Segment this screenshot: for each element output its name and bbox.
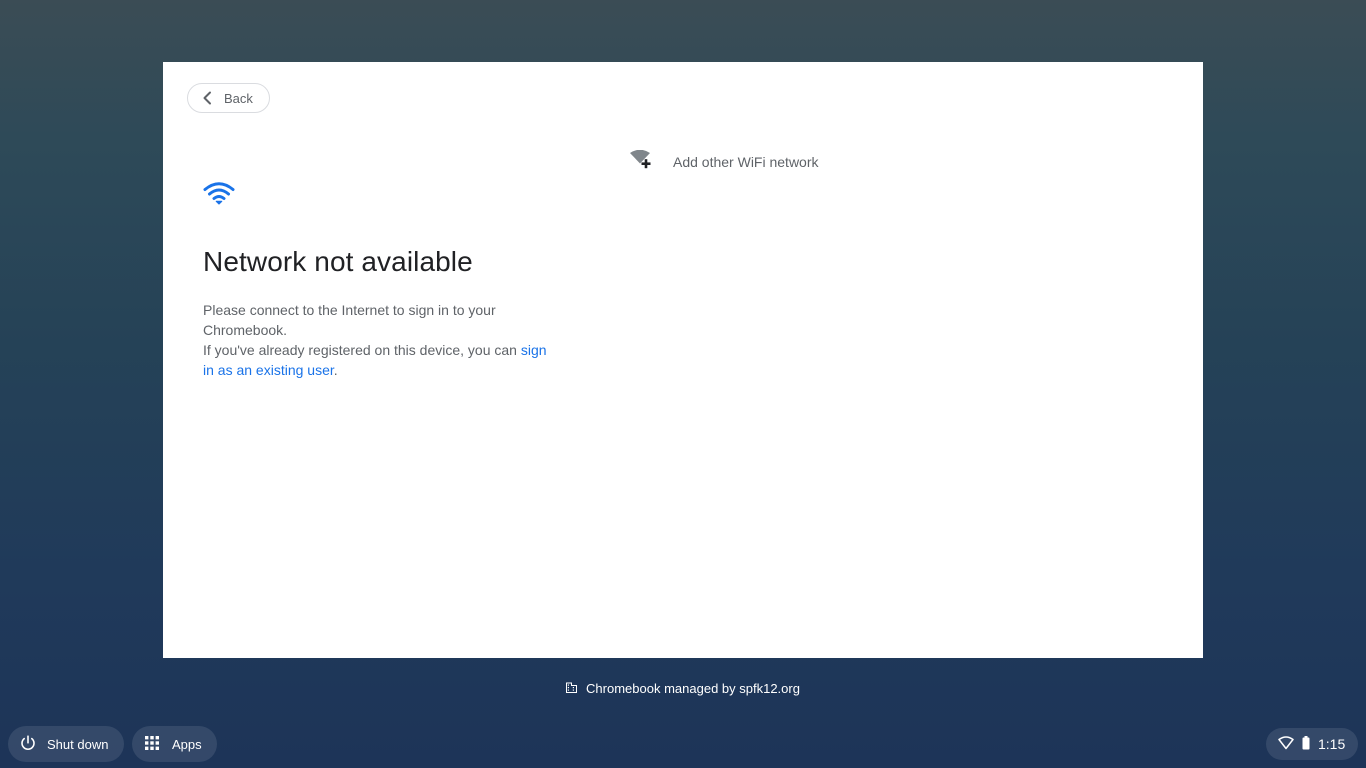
- building-icon: [566, 681, 578, 696]
- managed-notice: Chromebook managed by spfk12.org: [0, 681, 1366, 696]
- wifi-add-icon: [629, 149, 655, 175]
- add-wifi-network-label: Add other WiFi network: [673, 154, 819, 170]
- description-line-2-end: .: [333, 362, 338, 378]
- add-wifi-network-button[interactable]: Add other WiFi network: [629, 149, 819, 175]
- status-tray[interactable]: 1:15: [1266, 728, 1358, 760]
- clock-time: 1:15: [1318, 736, 1346, 752]
- description-line-2-text: If you've already registered on this dev…: [203, 342, 521, 358]
- managed-text: Chromebook managed by spfk12.org: [586, 681, 800, 696]
- shutdown-label: Shut down: [47, 736, 109, 752]
- chevron-left-icon: [202, 91, 212, 105]
- wifi-icon: [203, 180, 235, 206]
- apps-label: Apps: [172, 736, 202, 752]
- oobe-dialog: Back Network not available Please connec…: [163, 62, 1203, 658]
- apps-button[interactable]: Apps: [132, 726, 217, 762]
- grid-icon: [144, 735, 160, 754]
- description: Please connect to the Internet to sign i…: [203, 300, 548, 380]
- power-icon: [20, 734, 36, 754]
- back-button[interactable]: Back: [187, 83, 270, 113]
- description-line-1: Please connect to the Internet to sign i…: [203, 302, 496, 338]
- battery-icon: [1302, 735, 1310, 753]
- shutdown-button[interactable]: Shut down: [8, 726, 124, 762]
- wifi-status-icon: [1278, 735, 1294, 753]
- page-title: Network not available: [203, 246, 473, 277]
- back-button-label: Back: [224, 90, 253, 106]
- description-line-2: If you've already registered on this dev…: [203, 340, 548, 380]
